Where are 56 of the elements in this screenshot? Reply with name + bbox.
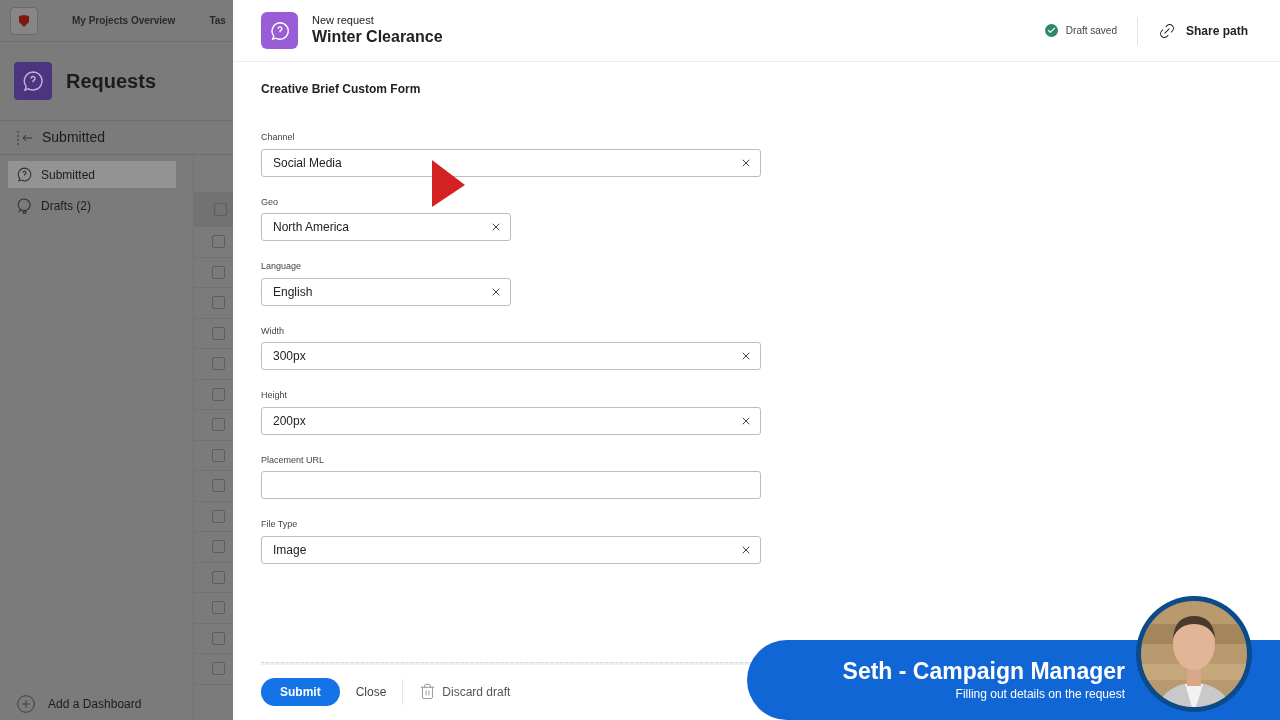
input-field[interactable] [261,471,761,499]
drafts-icon [16,197,33,214]
discard-draft-button[interactable]: Discard draft [442,682,511,701]
section-heading: Submitted [42,128,106,147]
row-checkbox[interactable] [212,265,225,279]
sidebar-item[interactable]: Drafts (2) [8,192,176,219]
row-checkbox[interactable] [212,601,225,615]
row-checkbox[interactable] [212,387,225,401]
input-field[interactable]: 200px [261,406,761,435]
collapse-icon [16,130,34,145]
question-bubble-icon [16,166,33,183]
row-checkbox[interactable] [212,509,225,523]
request-title: Winter Clearance [312,27,443,48]
submit-button[interactable]: Submit [261,677,340,706]
presenter-caption: Filling out details on the request [955,686,1125,704]
form-title: Creative Brief Custom Form [261,81,422,98]
row-checkbox[interactable] [212,235,225,249]
row-checkbox[interactable] [212,570,225,584]
question-bubble-icon [268,19,291,42]
field-label: Channel [261,131,296,144]
row-checkbox[interactable] [212,448,225,462]
input-field[interactable]: Social Media [261,148,761,177]
page-title: Requests [66,69,157,94]
row-checkbox[interactable] [212,357,225,371]
row-checkbox[interactable] [212,296,225,310]
close-button[interactable]: Close [355,682,387,701]
field-label: File Type [261,518,299,531]
input-field[interactable]: Image [261,535,761,564]
presenter-name: Seth - Campaign Manager [842,656,1125,686]
input-field[interactable]: North America [261,213,511,241]
saved-check-icon [1044,24,1058,37]
cursor-icon [432,160,465,207]
input-field[interactable]: English [261,277,511,306]
row-checkbox[interactable] [212,418,225,432]
clear-icon[interactable] [490,221,502,233]
row-checkbox[interactable] [212,540,225,554]
trash-icon [419,683,437,700]
add-icon [16,694,36,714]
draft-status: Draft saved [1065,24,1117,38]
field-label: Language [261,260,303,273]
field-label: Placement URL [261,453,326,467]
field-label: Geo [261,195,279,209]
row-checkbox[interactable] [212,662,225,676]
input-field[interactable]: 300px [261,342,761,370]
field-label: Height [261,389,288,402]
row-checkbox[interactable] [212,479,225,493]
row-checkbox[interactable] [212,631,225,645]
row-checkbox[interactable] [212,326,225,340]
logo-button[interactable] [10,6,38,35]
question-bubble-icon [21,69,45,93]
clear-icon[interactable] [740,350,752,362]
share-path-button[interactable]: Share path [1158,21,1248,40]
request-subtitle: New request [312,13,375,28]
field-label: Width [261,324,285,338]
add-dashboard-link[interactable]: Add a Dashboard [48,695,142,713]
sidebar-item[interactable]: Submitted [8,161,176,188]
